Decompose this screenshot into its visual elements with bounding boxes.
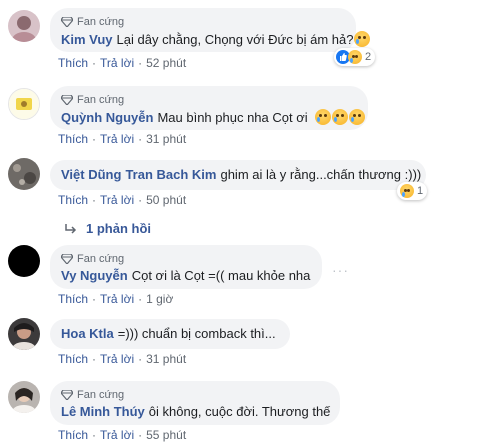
comment-bubble: Fan cứng Quỳnh Nguyễn Mau bình phục nha C… <box>50 86 368 130</box>
separator: · <box>138 352 143 366</box>
like-button[interactable]: Thích <box>58 352 88 366</box>
badge-label: Fan cứng <box>77 16 125 28</box>
badge-label: Fan cứng <box>77 94 125 106</box>
comment-text: Mau bình phục nha Cọt ơi <box>157 110 308 125</box>
reply-button[interactable]: Trả lời <box>100 56 134 70</box>
reply-button[interactable]: Trả lời <box>100 132 134 146</box>
comment-text: Cọt ơi là Cọt =(( mau khỏe nha <box>131 268 311 283</box>
comment-text: ghim ai là y rằng...chấn thương :))) <box>220 167 422 182</box>
diamond-icon <box>61 390 73 400</box>
reply-button[interactable]: Trả lời <box>100 292 134 306</box>
comment-author[interactable]: Việt Dũng <box>61 167 121 182</box>
separator: · <box>92 352 97 366</box>
comment-author[interactable]: Lê Minh Thúy <box>61 404 145 419</box>
like-button[interactable]: Thích <box>58 292 88 306</box>
crying-emoji-icon <box>349 109 366 125</box>
timestamp[interactable]: 1 giờ <box>146 292 173 306</box>
avatar[interactable] <box>8 158 40 190</box>
comment-author[interactable]: Hoa Ktla <box>61 326 114 341</box>
timestamp[interactable]: 31 phút <box>146 132 186 146</box>
separator: · <box>92 428 97 442</box>
comment-actions: Thích · Trả lời · 31 phút <box>58 352 186 366</box>
comment-author[interactable]: Vy Nguyễn <box>61 268 128 283</box>
fan-badge: Fan cứng <box>61 252 311 266</box>
separator: · <box>138 56 143 70</box>
avatar[interactable] <box>8 381 40 413</box>
comment-author[interactable]: Kim Vuy <box>61 32 113 47</box>
view-replies-link[interactable]: 1 phản hồi <box>64 221 151 236</box>
comment-bubble: Fan cứng Lê Minh Thúy ôi không, cuộc đời.… <box>50 381 340 425</box>
reply-button[interactable]: Trả lời <box>100 352 134 366</box>
comment-actions: Thích · Trả lời · 55 phút <box>58 428 186 442</box>
avatar[interactable] <box>8 318 40 350</box>
fan-badge: Fan cứng <box>61 388 329 402</box>
comment-actions: Thích · Trả lời · 1 giờ <box>58 292 173 306</box>
timestamp[interactable]: 50 phút <box>146 193 186 207</box>
timestamp[interactable]: 52 phút <box>146 56 186 70</box>
fan-badge: Fan cứng <box>61 15 345 29</box>
comment-bubble: Hoa Ktla =))) chuẩn bị comback thì... <box>50 319 290 349</box>
like-button[interactable]: Thích <box>58 428 88 442</box>
avatar[interactable] <box>8 245 40 277</box>
comment-actions: Thích · Trả lời · 52 phút <box>58 56 186 70</box>
sad-reaction-icon <box>348 50 362 64</box>
reaction-count: 2 <box>365 51 372 63</box>
like-button[interactable]: Thích <box>58 132 88 146</box>
comment-bubble: Fan cứng Vy Nguyễn Cọt ơi là Cọt =(( mau … <box>50 245 322 289</box>
comment-bubble: Fan cứng Kim Vuy Lại dây chằng, Chọng với… <box>50 8 371 52</box>
badge-label: Fan cứng <box>77 253 125 265</box>
separator: · <box>92 193 97 207</box>
sad-reaction-icon <box>400 184 414 198</box>
comment-text: Lại dây chằng, Chọng với Đức bị ám hả? <box>116 32 354 47</box>
separator: · <box>138 292 143 306</box>
crying-emoji-icon <box>315 109 332 125</box>
more-options-icon[interactable]: ··· <box>332 262 349 278</box>
separator: · <box>138 428 143 442</box>
reply-button[interactable]: Trả lời <box>100 428 134 442</box>
diamond-icon <box>61 254 73 264</box>
replies-count: 1 phản hồi <box>86 221 151 236</box>
reaction-count: 1 <box>417 185 424 197</box>
separator: · <box>92 132 97 146</box>
comment-bubble: Việt Dũng Tran Bach Kim ghim ai là y rằng.… <box>50 160 426 190</box>
avatar[interactable] <box>8 88 40 120</box>
reply-button[interactable]: Trả lời <box>100 193 134 207</box>
comment-text: =))) chuẩn bị comback thì... <box>117 326 276 341</box>
comment-actions: Thích · Trả lời · 31 phút <box>58 132 186 146</box>
reaction-summary[interactable]: 2 <box>334 48 376 66</box>
diamond-icon <box>61 17 73 27</box>
timestamp[interactable]: 31 phút <box>146 352 186 366</box>
like-button[interactable]: Thích <box>58 56 88 70</box>
timestamp[interactable]: 55 phút <box>146 428 186 442</box>
separator: · <box>92 56 97 70</box>
comment-author[interactable]: Quỳnh Nguyễn <box>61 110 153 125</box>
separator: · <box>138 193 143 207</box>
comment-text: ôi không, cuộc đời. Thương thế <box>148 404 331 419</box>
reaction-summary[interactable]: 1 <box>397 182 428 200</box>
crying-emoji-icon <box>354 31 371 47</box>
mention-link[interactable]: Tran Bach Kim <box>125 167 216 182</box>
crying-emoji-icon <box>332 109 349 125</box>
fan-badge: Fan cứng <box>61 93 357 107</box>
comment-actions: Thích · Trả lời · 50 phút <box>58 193 186 207</box>
like-button[interactable]: Thích <box>58 193 88 207</box>
avatar[interactable] <box>8 10 40 42</box>
reply-arrow-icon <box>65 223 77 234</box>
diamond-icon <box>61 95 73 105</box>
separator: · <box>92 292 97 306</box>
badge-label: Fan cứng <box>77 389 125 401</box>
separator: · <box>138 132 143 146</box>
